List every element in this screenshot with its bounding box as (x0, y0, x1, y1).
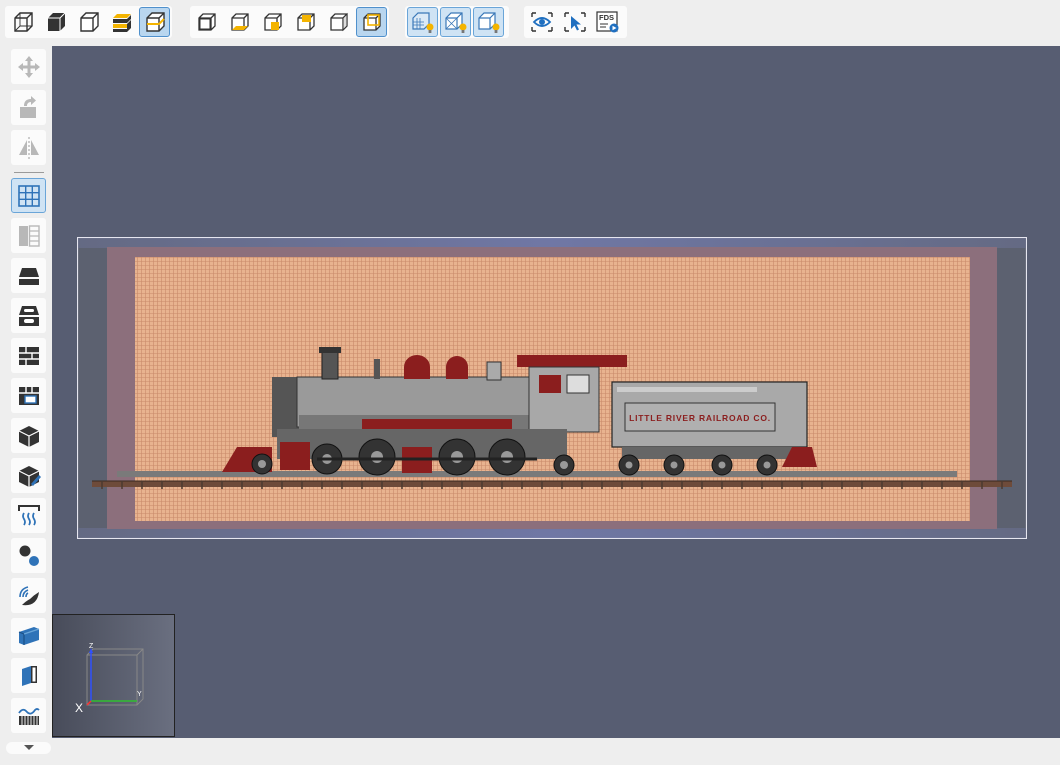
axis-gizmo (86, 648, 144, 706)
panel-button[interactable] (11, 218, 46, 253)
view-mode-group (5, 6, 172, 38)
view-front-icon (198, 13, 217, 31)
terrain-button[interactable] (11, 698, 46, 733)
select-cursor-button[interactable] (559, 7, 590, 37)
toolbar-separator (14, 172, 44, 173)
light-solid-button[interactable] (473, 7, 504, 37)
panel-icon (18, 224, 40, 247)
rotate-button[interactable] (11, 90, 46, 125)
fds-icon: FDS (595, 11, 618, 33)
light-wireframe-icon (444, 12, 466, 33)
hole-icon (18, 305, 39, 326)
view-back-icon (362, 13, 381, 31)
eye-button[interactable] (526, 7, 557, 37)
chevron-down-icon (23, 745, 34, 750)
cube-edit-button[interactable] (11, 458, 46, 493)
z-axis-label: Z (89, 643, 94, 650)
view-front-button[interactable] (192, 7, 223, 37)
select-cursor-icon (563, 12, 586, 32)
3d-viewport[interactable]: LITTLE RIVER RAILROAD CO. X Y Z (52, 46, 1060, 738)
door-icon (21, 665, 37, 686)
hole-button[interactable] (11, 298, 46, 333)
window-icon (18, 386, 39, 405)
mirror-button[interactable] (11, 130, 46, 165)
cube-edit-icon (18, 465, 41, 487)
view-bottom-icon (231, 13, 249, 31)
more-tools-button[interactable] (6, 742, 51, 754)
heat-icon (17, 504, 40, 525)
eye-icon (530, 12, 553, 32)
cube-outline-icon (79, 12, 99, 32)
slab-button[interactable] (11, 258, 46, 293)
view-right-icon (264, 13, 282, 31)
fan-icon (18, 585, 39, 605)
fds-label: FDS (599, 13, 614, 22)
light-grid-button[interactable] (407, 7, 438, 37)
grid-icon (17, 184, 40, 207)
heat-button[interactable] (11, 498, 46, 533)
view-left-button[interactable] (323, 7, 354, 37)
x-axis-label: X (75, 701, 84, 715)
light-solid-icon (477, 12, 499, 33)
surface-button[interactable] (11, 618, 46, 653)
particles-button[interactable] (11, 538, 46, 573)
y-axis-label: Y (137, 691, 142, 698)
left-toolbar (0, 44, 52, 765)
terrain-icon (17, 707, 40, 725)
cube-outline-button[interactable] (73, 7, 104, 37)
fds-button[interactable]: FDS (592, 7, 623, 37)
cube-solid-icon (47, 12, 65, 31)
view-top-icon (297, 13, 315, 31)
cube-shaded-button[interactable] (139, 7, 170, 37)
rotate-icon (19, 95, 36, 118)
view-back-button[interactable] (356, 7, 387, 37)
view-top-button[interactable] (290, 7, 321, 37)
view-bottom-button[interactable] (225, 7, 256, 37)
cube-shaded-icon (145, 12, 165, 32)
layers-icon (112, 14, 131, 32)
mirror-icon (18, 136, 39, 159)
door-button[interactable] (11, 658, 46, 693)
tools-group: FDS (524, 6, 627, 38)
particles-icon (19, 545, 39, 566)
top-toolbar: FDS (0, 0, 1060, 44)
wall-icon (18, 346, 39, 365)
cube-wireframe-button[interactable] (7, 7, 38, 37)
camera-view-group (190, 6, 389, 38)
box-icon (18, 425, 39, 447)
light-wireframe-button[interactable] (440, 7, 471, 37)
window-button[interactable] (11, 378, 46, 413)
view-left-icon (330, 12, 348, 32)
wall-button[interactable] (11, 338, 46, 373)
status-strip (52, 738, 1060, 765)
cube-wireframe-icon (13, 12, 33, 32)
move-button[interactable] (11, 49, 46, 84)
grid-button[interactable] (11, 178, 46, 213)
navigation-cube[interactable]: X Y Z (52, 614, 175, 737)
model-scene[interactable]: LITTLE RIVER RAILROAD CO. (76, 236, 1028, 540)
lighting-group (405, 6, 509, 38)
move-icon (17, 55, 40, 78)
tender-lettering: LITTLE RIVER RAILROAD CO. (629, 413, 771, 423)
view-right-button[interactable] (258, 7, 289, 37)
slab-icon (18, 267, 39, 285)
surface-icon (18, 626, 39, 645)
fan-button[interactable] (11, 578, 46, 613)
cube-solid-button[interactable] (40, 7, 71, 37)
light-grid-icon (411, 12, 433, 33)
locomotive-model: LITTLE RIVER RAILROAD CO. (76, 236, 1028, 540)
layers-button[interactable] (106, 7, 137, 37)
box-button[interactable] (11, 418, 46, 453)
